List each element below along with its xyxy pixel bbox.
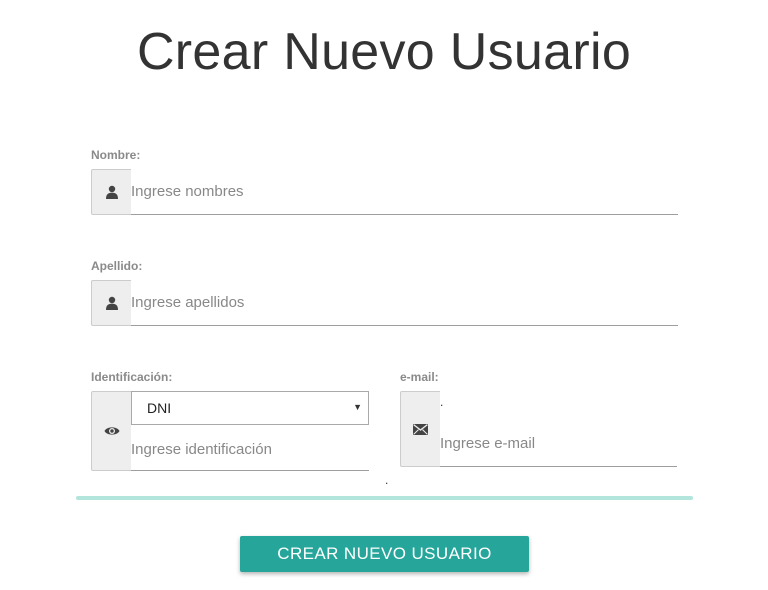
section-divider xyxy=(76,496,693,500)
email-input[interactable] xyxy=(440,421,677,467)
identificacion-type-select[interactable]: DNI ▼ xyxy=(131,391,369,425)
email-label: e-mail: xyxy=(400,370,439,384)
user-icon xyxy=(91,169,131,215)
identificacion-type-value: DNI xyxy=(147,400,172,416)
apellido-input[interactable] xyxy=(131,280,678,326)
chevron-down-icon: ▼ xyxy=(353,402,362,412)
nombre-label: Nombre: xyxy=(91,148,141,162)
eye-icon xyxy=(91,391,131,471)
identificacion-input[interactable] xyxy=(131,429,369,471)
crear-usuario-button[interactable]: Crear Nuevo Usuario xyxy=(240,536,529,572)
nombre-input[interactable] xyxy=(131,169,678,215)
apellido-label: Apellido: xyxy=(91,259,143,273)
page-title: Crear Nuevo Usuario xyxy=(136,23,632,81)
identificacion-label: Identificación: xyxy=(91,370,173,384)
envelope-icon xyxy=(400,391,440,467)
user-icon xyxy=(91,280,131,326)
leading-dot: . xyxy=(440,395,444,409)
trailing-dot: . xyxy=(385,473,389,487)
